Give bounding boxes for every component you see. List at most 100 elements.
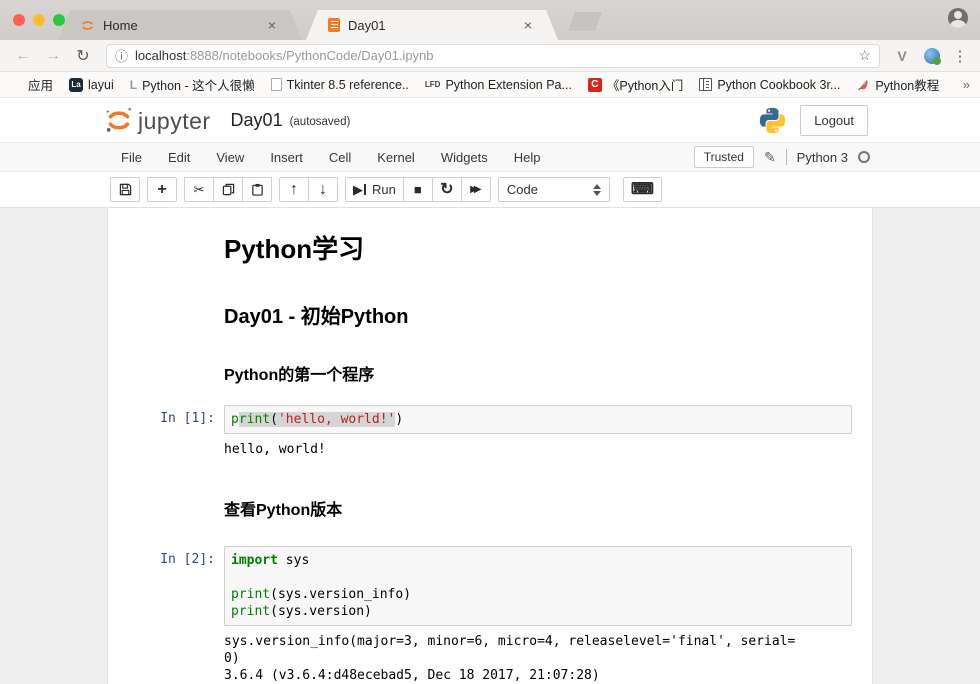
- reload-icon[interactable]: ↻: [70, 46, 96, 66]
- command-palette-button[interactable]: ⌨: [623, 177, 662, 202]
- notebook-menubar: File Edit View Insert Cell Kernel Widget…: [0, 142, 980, 172]
- markdown-cell-version[interactable]: 查看Python版本: [123, 477, 857, 529]
- url-host: localhost: [135, 48, 186, 63]
- restart-run-all-button[interactable]: ▶▶: [461, 177, 491, 202]
- new-tab-button[interactable]: [568, 12, 602, 31]
- profile-icon[interactable]: [948, 8, 968, 28]
- back-icon[interactable]: ←: [10, 47, 36, 65]
- code-token: sys: [278, 553, 309, 568]
- bookmarks-bar: 应用 La layui L Python - 这个人很懒 Tkinter 8.5…: [0, 72, 980, 98]
- jupyter-page: jupyter Day01 (autosaved) Logout File Ed…: [0, 98, 980, 684]
- letter-l-icon: L: [130, 78, 137, 92]
- bookmark-cookbook[interactable]: Python Cookbook 3r...: [699, 78, 840, 92]
- step-forward-icon: ▶: [353, 183, 363, 196]
- notebook-scroll-area[interactable]: Python学习 Day01 - 初始Python Python的第一个程序 I…: [0, 208, 980, 684]
- code-input-1[interactable]: print('hello, world!'): [224, 405, 852, 434]
- markdown-cell-day01[interactable]: Day01 - 初始Python: [123, 281, 857, 342]
- interrupt-kernel-button[interactable]: ■: [403, 177, 433, 202]
- paste-cell-button[interactable]: [242, 177, 272, 202]
- menu-widgets[interactable]: Widgets: [428, 150, 501, 165]
- url-bar[interactable]: ⓘ localhost:8888/notebooks/PythonCode/Da…: [106, 44, 880, 68]
- trusted-button[interactable]: Trusted: [694, 146, 754, 168]
- code-line: [231, 569, 845, 586]
- notebook-toolbar: + ✂ ↑ ↓: [0, 172, 980, 208]
- bookmark-label: Tkinter 8.5 reference..: [287, 78, 409, 92]
- copy-icon: [222, 183, 235, 196]
- add-cell-button[interactable]: +: [147, 177, 177, 202]
- cell-prompt: [128, 286, 224, 337]
- heading-python-study: Python学习: [224, 229, 852, 266]
- move-cell-down-button[interactable]: ↓: [308, 177, 338, 202]
- code-token: ): [395, 412, 403, 427]
- menu-kernel[interactable]: Kernel: [364, 150, 428, 165]
- notebook-file-icon: [328, 18, 340, 32]
- move-cell-up-button[interactable]: ↑: [279, 177, 309, 202]
- bookmark-extension-packages[interactable]: LFD Python Extension Pa...: [425, 78, 572, 92]
- bookmark-label: 《Python入门: [607, 75, 683, 94]
- menu-insert[interactable]: Insert: [257, 150, 316, 165]
- extension-globe-icon[interactable]: [924, 48, 940, 64]
- bookmark-apps[interactable]: 应用: [10, 75, 53, 94]
- bookmark-label: Python教程: [875, 75, 939, 94]
- jupyter-logo[interactable]: jupyter: [104, 105, 211, 135]
- page-info-icon[interactable]: ⓘ: [115, 46, 128, 65]
- notebook-title[interactable]: Day01: [231, 110, 283, 131]
- bookmark-python-blog[interactable]: L Python - 这个人很懒: [130, 75, 255, 94]
- select-caret-icon: [593, 184, 601, 196]
- cell-type-select[interactable]: Code: [498, 177, 610, 202]
- minimize-window-button[interactable]: [33, 14, 45, 26]
- keyboard-icon: ⌨: [631, 182, 654, 198]
- logout-button[interactable]: Logout: [800, 105, 868, 136]
- run-cell-button[interactable]: ▶ Run: [345, 177, 404, 202]
- menu-view[interactable]: View: [203, 150, 257, 165]
- input-prompt: In [1]:: [128, 405, 224, 462]
- bookmark-label: Python - 这个人很懒: [142, 75, 255, 94]
- output-2: sys.version_info(major=3, minor=6, micro…: [224, 626, 852, 684]
- bookmark-label: layui: [88, 78, 114, 92]
- copy-cell-button[interactable]: [213, 177, 243, 202]
- markdown-cell-first-program[interactable]: Python的第一个程序: [123, 342, 857, 394]
- bookmark-layui[interactable]: La layui: [69, 78, 114, 92]
- tab-strip: Home × Day01 ×: [0, 0, 980, 40]
- restart-kernel-button[interactable]: ↻: [432, 177, 462, 202]
- bookmark-python-intro[interactable]: C 《Python入门: [588, 75, 683, 94]
- tab-home[interactable]: Home ×: [58, 10, 302, 40]
- url-path: :8888/notebooks/PythonCode/Day01.ipynb: [186, 48, 433, 63]
- chrome-menu-icon[interactable]: ⋮: [950, 47, 970, 65]
- jupyter-logo-text: jupyter: [138, 110, 211, 135]
- tab-day01[interactable]: Day01 ×: [306, 10, 558, 40]
- save-icon: [119, 183, 132, 196]
- stop-icon: ■: [414, 183, 422, 196]
- code-input-2[interactable]: import sys print(sys.version_info) print…: [224, 546, 852, 626]
- jupyter-header: jupyter Day01 (autosaved) Logout: [0, 98, 980, 142]
- jupyter-logo-icon: [80, 18, 95, 33]
- forward-icon[interactable]: →: [40, 47, 66, 65]
- python-logo-icon: [759, 107, 786, 134]
- markdown-cell-title[interactable]: Python学习: [123, 220, 857, 281]
- bookmark-star-icon[interactable]: ☆: [858, 47, 871, 64]
- menu-help[interactable]: Help: [501, 150, 554, 165]
- code-token: 'hello, world!': [278, 412, 395, 427]
- divider: [786, 149, 787, 165]
- restart-icon: ↻: [440, 182, 453, 198]
- close-tab-icon[interactable]: ×: [520, 17, 536, 33]
- cut-cell-button[interactable]: ✂: [184, 177, 214, 202]
- bookmark-python-tutorial[interactable]: Python教程: [856, 75, 939, 94]
- text-selection: rint('hello, world!': [239, 412, 396, 427]
- arrow-down-icon: ↓: [319, 182, 327, 198]
- code-cell-2[interactable]: In [2]: import sys print(sys.version_inf…: [123, 541, 857, 684]
- save-button[interactable]: [110, 177, 140, 202]
- close-window-button[interactable]: [13, 14, 25, 26]
- step-forward-bar: [364, 184, 366, 195]
- menu-file[interactable]: File: [108, 150, 155, 165]
- extension-v-icon[interactable]: V: [890, 48, 914, 64]
- menu-edit[interactable]: Edit: [155, 150, 203, 165]
- fast-forward-icon: ▶▶: [470, 185, 481, 195]
- menu-cell[interactable]: Cell: [316, 150, 364, 165]
- close-tab-icon[interactable]: ×: [264, 17, 280, 33]
- kernel-name: Python 3: [797, 150, 848, 165]
- zoom-window-button[interactable]: [53, 14, 65, 26]
- code-cell-1[interactable]: In [1]: print('hello, world!') hello, wo…: [123, 400, 857, 467]
- bookmarks-overflow-icon[interactable]: »: [963, 77, 970, 92]
- bookmark-tkinter[interactable]: Tkinter 8.5 reference..: [271, 78, 409, 92]
